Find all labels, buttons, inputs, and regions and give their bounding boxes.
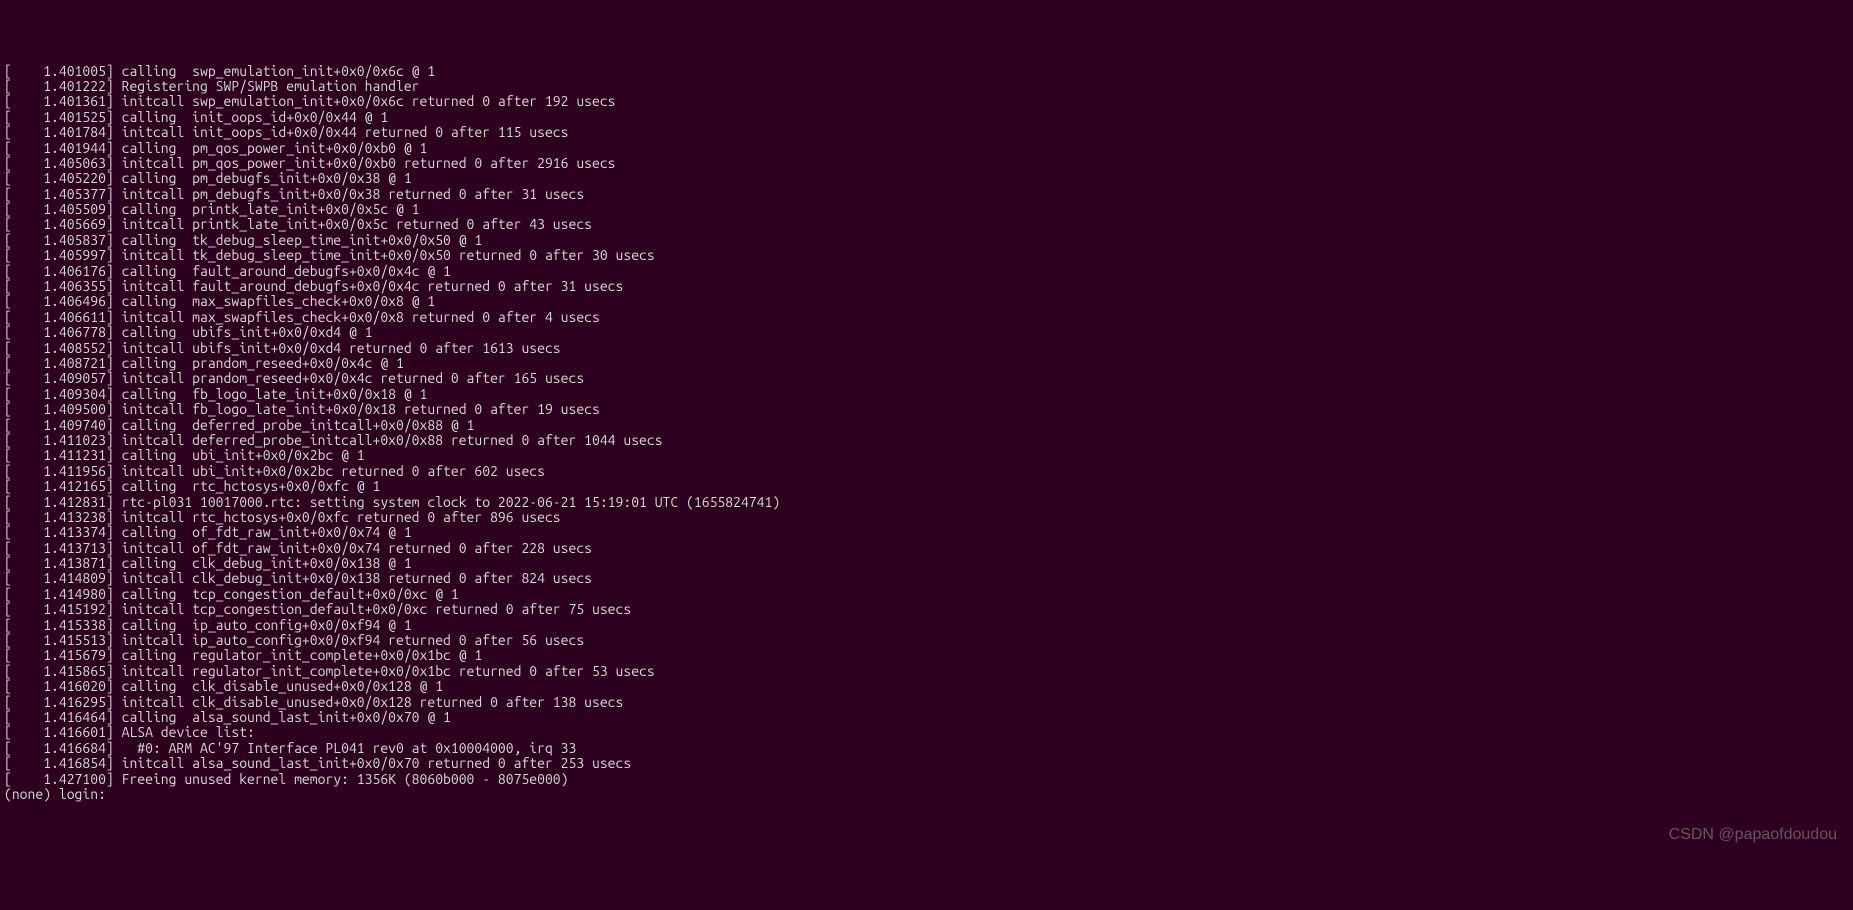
- log-line: [ 1.405063] initcall pm_qos_power_init+0…: [4, 156, 1849, 171]
- log-line: [ 1.415513] initcall ip_auto_config+0x0/…: [4, 633, 1849, 648]
- log-line: [ 1.401005] calling swp_emulation_init+0…: [4, 64, 1849, 79]
- log-line: [ 1.415679] calling regulator_init_compl…: [4, 648, 1849, 663]
- log-line: [ 1.405997] initcall tk_debug_sleep_time…: [4, 248, 1849, 263]
- log-line: [ 1.409057] initcall prandom_reseed+0x0/…: [4, 371, 1849, 386]
- watermark-text: CSDN @papaofdoudou: [1669, 826, 1837, 844]
- log-line: [ 1.416854] initcall alsa_sound_last_ini…: [4, 756, 1849, 771]
- log-line: [ 1.401361] initcall swp_emulation_init+…: [4, 94, 1849, 109]
- log-line: [ 1.406176] calling fault_around_debugfs…: [4, 264, 1849, 279]
- log-line: [ 1.405509] calling printk_late_init+0x0…: [4, 202, 1849, 217]
- log-line: [ 1.405377] initcall pm_debugfs_init+0x0…: [4, 187, 1849, 202]
- log-line: [ 1.415865] initcall regulator_init_comp…: [4, 664, 1849, 679]
- log-line: [ 1.409304] calling fb_logo_late_init+0x…: [4, 387, 1849, 402]
- log-line: [ 1.413871] calling clk_debug_init+0x0/0…: [4, 556, 1849, 571]
- log-line: [ 1.408552] initcall ubifs_init+0x0/0xd4…: [4, 341, 1849, 356]
- log-line: [ 1.414980] calling tcp_congestion_defau…: [4, 587, 1849, 602]
- log-line: [ 1.411023] initcall deferred_probe_init…: [4, 433, 1849, 448]
- log-line: (none) login:: [4, 787, 1849, 802]
- log-line: [ 1.405837] calling tk_debug_sleep_time_…: [4, 233, 1849, 248]
- log-line: [ 1.412165] calling rtc_hctosys+0x0/0xfc…: [4, 479, 1849, 494]
- log-line: [ 1.416464] calling alsa_sound_last_init…: [4, 710, 1849, 725]
- log-line: [ 1.413374] calling of_fdt_raw_init+0x0/…: [4, 525, 1849, 540]
- log-line: [ 1.415192] initcall tcp_congestion_defa…: [4, 602, 1849, 617]
- log-line: [ 1.416020] calling clk_disable_unused+0…: [4, 679, 1849, 694]
- log-line: [ 1.427100] Freeing unused kernel memory…: [4, 772, 1849, 787]
- log-line: [ 1.406778] calling ubifs_init+0x0/0xd4 …: [4, 325, 1849, 340]
- log-line: [ 1.406496] calling max_swapfiles_check+…: [4, 294, 1849, 309]
- log-line: [ 1.405669] initcall printk_late_init+0x…: [4, 217, 1849, 232]
- log-line: [ 1.408721] calling prandom_reseed+0x0/0…: [4, 356, 1849, 371]
- log-line: [ 1.416684] #0: ARM AC'97 Interface PL04…: [4, 741, 1849, 756]
- log-line: [ 1.411956] initcall ubi_init+0x0/0x2bc …: [4, 464, 1849, 479]
- log-line: [ 1.414809] initcall clk_debug_init+0x0/…: [4, 571, 1849, 586]
- log-line: [ 1.412831] rtc-pl031 10017000.rtc: sett…: [4, 495, 1849, 510]
- log-line: [ 1.401784] initcall init_oops_id+0x0/0x…: [4, 125, 1849, 140]
- log-line: [ 1.405220] calling pm_debugfs_init+0x0/…: [4, 171, 1849, 186]
- log-line: [ 1.401525] calling init_oops_id+0x0/0x4…: [4, 110, 1849, 125]
- log-line: [ 1.416601] ALSA device list:: [4, 725, 1849, 740]
- log-line: [ 1.416295] initcall clk_disable_unused+…: [4, 695, 1849, 710]
- log-line: [ 1.409500] initcall fb_logo_late_init+0…: [4, 402, 1849, 417]
- log-line: [ 1.401944] calling pm_qos_power_init+0x…: [4, 141, 1849, 156]
- log-line: [ 1.415338] calling ip_auto_config+0x0/0…: [4, 618, 1849, 633]
- log-line: [ 1.409740] calling deferred_probe_initc…: [4, 418, 1849, 433]
- log-line: [ 1.413238] initcall rtc_hctosys+0x0/0xf…: [4, 510, 1849, 525]
- terminal-output[interactable]: [ 1.401005] calling swp_emulation_init+0…: [4, 64, 1849, 803]
- log-line: [ 1.401222] Registering SWP/SWPB emulati…: [4, 79, 1849, 94]
- log-line: [ 1.406355] initcall fault_around_debugf…: [4, 279, 1849, 294]
- log-line: [ 1.411231] calling ubi_init+0x0/0x2bc @…: [4, 448, 1849, 463]
- log-line: [ 1.406611] initcall max_swapfiles_check…: [4, 310, 1849, 325]
- log-line: [ 1.413713] initcall of_fdt_raw_init+0x0…: [4, 541, 1849, 556]
